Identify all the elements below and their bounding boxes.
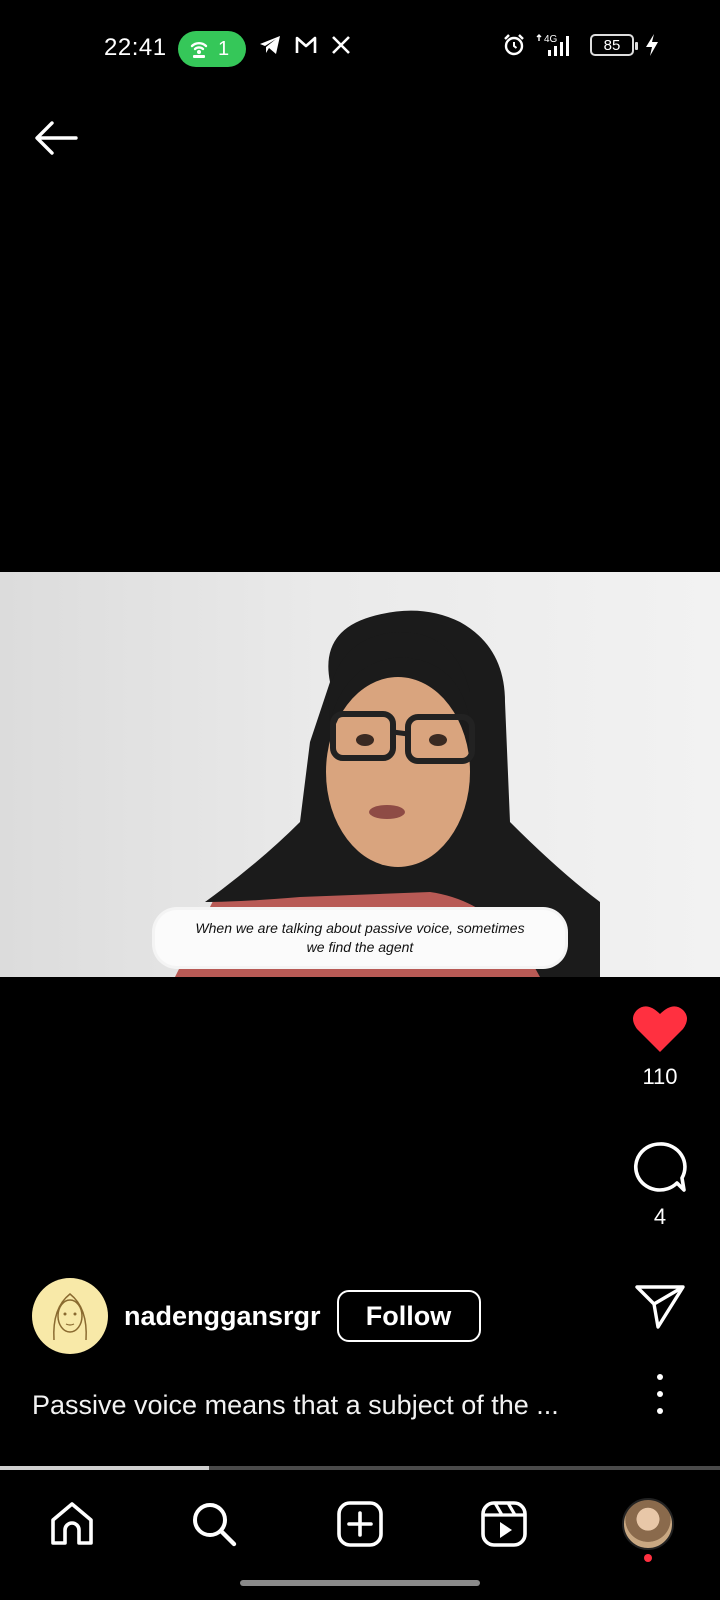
bottom-navigation	[0, 1480, 720, 1560]
video-progress-bar[interactable]	[0, 1466, 720, 1470]
dot	[657, 1374, 663, 1380]
follow-button[interactable]: Follow	[336, 1290, 481, 1342]
nav-create[interactable]	[334, 1498, 386, 1550]
home-indicator[interactable]	[240, 1580, 480, 1586]
author-username[interactable]: nadenggansrgr	[124, 1301, 321, 1332]
status-time: 22:41	[104, 34, 167, 61]
create-icon	[337, 1501, 383, 1547]
hotspot-count: 1	[218, 37, 230, 60]
svg-text:4G: 4G	[544, 34, 558, 45]
video-player[interactable]: When we are talking about passive voice,…	[0, 572, 720, 977]
arrow-left-icon	[35, 121, 78, 155]
hotspot-icon	[190, 41, 208, 58]
notification-dot	[644, 1554, 652, 1562]
heart-icon[interactable]	[632, 1004, 688, 1054]
like-action[interactable]: 110	[625, 1004, 695, 1090]
subtitle-line-1: When we are talking about passive voice,…	[195, 920, 525, 936]
reels-icon	[481, 1501, 527, 1547]
alarm-icon	[504, 34, 524, 56]
battery-icon: 85	[590, 34, 638, 56]
comment-count: 4	[653, 1204, 667, 1229]
like-count: 110	[642, 1064, 678, 1089]
back-button[interactable]	[30, 112, 82, 164]
subtitle-line-2: we find the agent	[306, 939, 414, 955]
send-icon[interactable]	[634, 1282, 686, 1330]
author-row: nadenggansrgr Follow	[32, 1278, 481, 1354]
x-icon	[332, 36, 350, 54]
profile-avatar	[622, 1498, 674, 1550]
gmail-icon	[295, 36, 317, 53]
nav-home[interactable]	[46, 1498, 98, 1550]
signal-icon: 4G	[536, 34, 569, 56]
comment-icon[interactable]	[632, 1140, 688, 1194]
nav-profile[interactable]	[622, 1498, 674, 1550]
avatar-drawing	[53, 1293, 87, 1341]
battery-level: 85	[603, 36, 621, 54]
search-icon	[193, 1503, 237, 1547]
video-subtitle: When we are talking about passive voice,…	[155, 910, 565, 966]
post-caption[interactable]: Passive voice means that a subject of th…	[32, 1390, 559, 1421]
more-options-button[interactable]	[650, 1374, 670, 1414]
home-icon	[51, 1502, 93, 1545]
telegram-icon	[260, 36, 280, 54]
comment-action[interactable]: 4	[625, 1140, 695, 1230]
share-action[interactable]	[625, 1282, 695, 1330]
dot	[657, 1391, 663, 1397]
author-avatar[interactable]	[32, 1278, 108, 1354]
nav-search[interactable]	[188, 1498, 240, 1550]
nav-reels[interactable]	[478, 1498, 530, 1550]
hotspot-pill: 1	[178, 31, 246, 67]
dot	[657, 1408, 663, 1414]
charging-icon	[646, 34, 658, 56]
status-bar: 22:41 1 4G 85	[0, 0, 720, 96]
video-progress-fill	[0, 1466, 209, 1470]
